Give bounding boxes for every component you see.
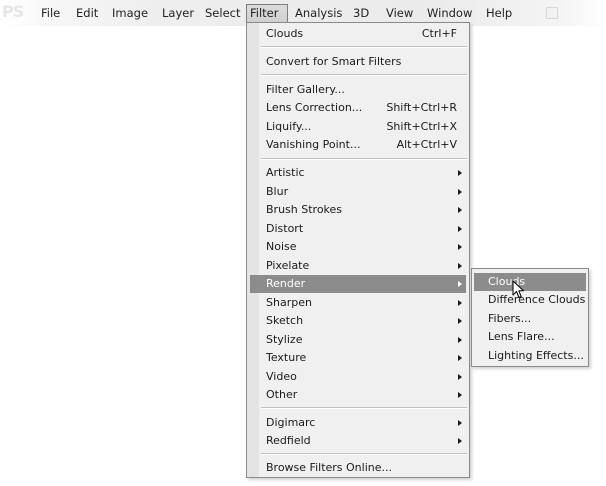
submenu-item-label: Lens Flare... bbox=[488, 330, 555, 343]
menu-separator bbox=[261, 453, 467, 455]
menu-item-label: Stylize bbox=[266, 333, 303, 346]
menu-view[interactable]: View bbox=[382, 4, 417, 22]
submenu-item-fibers[interactable]: Fibers... bbox=[474, 310, 586, 328]
chevron-right-icon bbox=[458, 189, 462, 195]
menu-separator bbox=[261, 74, 467, 76]
chevron-right-icon bbox=[458, 420, 462, 426]
menu-item-browse-filters-online[interactable]: Browse Filters Online... bbox=[250, 459, 466, 477]
menu-item-label: Texture bbox=[266, 351, 307, 364]
submenu-item-label: Fibers... bbox=[488, 312, 532, 325]
menu-item-video[interactable]: Video bbox=[250, 368, 466, 386]
menu-item-label: Sketch bbox=[266, 314, 304, 327]
menu-item-digimarc[interactable]: Digimarc bbox=[250, 414, 466, 432]
menu-item-label: Distort bbox=[266, 222, 304, 235]
menu-help[interactable]: Help bbox=[482, 4, 516, 22]
menu-item-filter-gallery[interactable]: Filter Gallery... bbox=[250, 81, 466, 99]
menu-image[interactable]: Image bbox=[108, 4, 152, 22]
submenu-item-label: Lighting Effects... bbox=[488, 349, 584, 362]
menu-item-label: Blur bbox=[266, 185, 289, 198]
menu-item-label: Artistic bbox=[266, 166, 305, 179]
menu-item-label: Browse Filters Online... bbox=[266, 461, 392, 474]
menu-filter[interactable]: Filter bbox=[246, 4, 288, 23]
menu-item-other[interactable]: Other bbox=[250, 386, 466, 404]
app-logo: PS bbox=[2, 2, 24, 21]
menu-separator bbox=[261, 407, 467, 409]
menu-item-last-filter[interactable]: Clouds Ctrl+F bbox=[250, 25, 466, 43]
menu-item-label: Pixelate bbox=[266, 259, 310, 272]
menu-item-shortcut: Shift+Ctrl+R bbox=[386, 101, 457, 114]
chevron-right-icon bbox=[458, 226, 462, 232]
chevron-right-icon bbox=[458, 281, 462, 287]
menu-item-shortcut: Ctrl+F bbox=[421, 27, 457, 40]
menu-item-label: Render bbox=[266, 277, 306, 290]
menu-item-sharpen[interactable]: Sharpen bbox=[250, 294, 466, 312]
chevron-right-icon bbox=[458, 438, 462, 444]
menu-item-label: Liquify... bbox=[266, 120, 312, 133]
menu-item-redfield[interactable]: Redfield bbox=[250, 432, 466, 450]
submenu-item-difference-clouds[interactable]: Difference Clouds bbox=[474, 291, 586, 309]
menu-item-label: Vanishing Point... bbox=[266, 138, 361, 151]
menu-item-blur[interactable]: Blur bbox=[250, 183, 466, 201]
menu-item-label: Noise bbox=[266, 240, 297, 253]
menu-separator bbox=[261, 46, 467, 48]
menu-file[interactable]: File bbox=[37, 4, 64, 22]
menu-item-liquify[interactable]: Liquify... Shift+Ctrl+X bbox=[250, 118, 466, 136]
chevron-right-icon bbox=[458, 300, 462, 306]
chevron-right-icon bbox=[458, 207, 462, 213]
chevron-right-icon bbox=[458, 318, 462, 324]
chevron-right-icon bbox=[458, 170, 462, 176]
menu-item-label: Lens Correction... bbox=[266, 101, 363, 114]
mouse-pointer-icon bbox=[512, 280, 524, 298]
menu-item-noise[interactable]: Noise bbox=[250, 238, 466, 256]
menu-separator bbox=[261, 158, 467, 160]
menu-item-artistic[interactable]: Artistic bbox=[250, 164, 466, 182]
menu-edit[interactable]: Edit bbox=[72, 4, 102, 22]
menu-select[interactable]: Select bbox=[201, 4, 244, 22]
menu-item-distort[interactable]: Distort bbox=[250, 220, 466, 238]
menu-item-vanishing-point[interactable]: Vanishing Point... Alt+Ctrl+V bbox=[250, 136, 466, 154]
menu-item-label: Filter Gallery... bbox=[266, 83, 345, 96]
menu-item-lens-correction[interactable]: Lens Correction... Shift+Ctrl+R bbox=[250, 99, 466, 117]
submenu-item-lighting-effects[interactable]: Lighting Effects... bbox=[474, 347, 586, 365]
menu-item-texture[interactable]: Texture bbox=[250, 349, 466, 367]
menubar-control-button[interactable] bbox=[546, 7, 558, 19]
menu-item-stylize[interactable]: Stylize bbox=[250, 331, 466, 349]
menu-item-label: Convert for Smart Filters bbox=[266, 55, 402, 68]
menu-item-label: Clouds bbox=[266, 27, 304, 40]
menu-3d[interactable]: 3D bbox=[349, 4, 373, 22]
menu-item-label: Digimarc bbox=[266, 416, 316, 429]
menu-item-label: Redfield bbox=[266, 434, 311, 447]
photoshop-screenshot: PS File Edit Image Layer Select Filter A… bbox=[0, 0, 606, 486]
chevron-right-icon bbox=[458, 263, 462, 269]
submenu-item-clouds[interactable]: Clouds bbox=[474, 273, 586, 291]
menu-item-convert-smart-filters[interactable]: Convert for Smart Filters bbox=[250, 53, 466, 71]
submenu-item-label: Difference Clouds bbox=[488, 293, 586, 306]
menu-item-label: Sharpen bbox=[266, 296, 312, 309]
menu-item-shortcut: Alt+Ctrl+V bbox=[396, 138, 457, 151]
render-submenu: Clouds Difference Clouds Fibers... Lens … bbox=[471, 268, 589, 367]
menu-item-shortcut: Shift+Ctrl+X bbox=[386, 120, 457, 133]
chevron-right-icon bbox=[458, 374, 462, 380]
menu-item-pixelate[interactable]: Pixelate bbox=[250, 257, 466, 275]
menu-item-label: Video bbox=[266, 370, 297, 383]
menu-window[interactable]: Window bbox=[423, 4, 476, 22]
menu-item-label: Brush Strokes bbox=[266, 203, 343, 216]
menu-layer[interactable]: Layer bbox=[158, 4, 198, 22]
filter-menu-dropdown: Clouds Ctrl+F Convert for Smart Filters … bbox=[246, 22, 470, 478]
menu-item-render[interactable]: Render bbox=[250, 275, 466, 293]
menu-item-brush-strokes[interactable]: Brush Strokes bbox=[250, 201, 466, 219]
chevron-right-icon bbox=[458, 392, 462, 398]
menu-item-sketch[interactable]: Sketch bbox=[250, 312, 466, 330]
chevron-right-icon bbox=[458, 337, 462, 343]
menu-analysis[interactable]: Analysis bbox=[291, 4, 346, 22]
submenu-item-lens-flare[interactable]: Lens Flare... bbox=[474, 328, 586, 346]
chevron-right-icon bbox=[458, 355, 462, 361]
menu-item-label: Other bbox=[266, 388, 298, 401]
chevron-right-icon bbox=[458, 244, 462, 250]
